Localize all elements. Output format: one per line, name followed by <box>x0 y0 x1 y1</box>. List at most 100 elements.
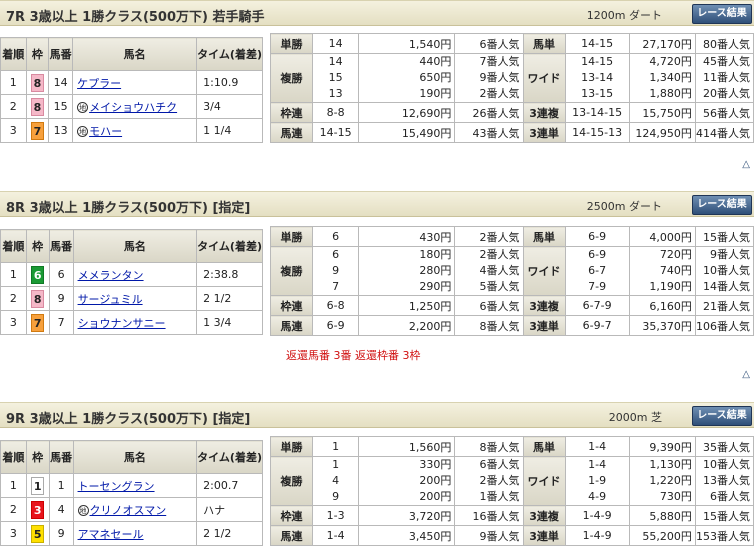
payout-label: 複勝 <box>269 456 314 506</box>
payout-label: 3連単 <box>522 315 566 336</box>
payout-table: 単勝 14 1,540円 6番人気 馬単 14-15 27,170円 80番人気… <box>269 33 754 143</box>
payout-amount: 1,540円 <box>358 33 456 54</box>
waku-badge: 8 <box>31 289 45 308</box>
horse-number: 14 <box>48 70 74 95</box>
scroll-top-icon[interactable]: △ <box>742 159 750 170</box>
time-header: タイム(着差) <box>196 37 263 71</box>
payout-combo: 14-15 <box>564 33 630 54</box>
finish-margin: 2 1/2 <box>196 521 263 546</box>
payout-label: 馬連 <box>269 122 314 143</box>
payout-label: 単勝 <box>269 33 314 54</box>
table-row: 1 6 6 メメランタン 2:38.8 <box>0 262 263 287</box>
uma-header: 馬番 <box>48 440 74 474</box>
chiho-mark-icon: 地 <box>77 125 89 137</box>
horse-name-link[interactable]: メイショウハチク <box>89 101 177 114</box>
uma-header: 馬番 <box>48 37 74 71</box>
finish-margin: 1 1/4 <box>196 118 263 143</box>
waku-header: 枠 <box>25 229 50 263</box>
race-result-button[interactable]: レース結果 <box>692 195 752 215</box>
waku-badge: 7 <box>31 313 45 332</box>
race-distance: 2500m ダート <box>586 200 662 213</box>
finish-header: 着順 <box>0 37 27 71</box>
horse-name-link[interactable]: サージュミル <box>78 293 143 306</box>
table-row: 2 8 9 サージュミル 2 1/2 <box>0 286 263 311</box>
race-result-button[interactable]: レース結果 <box>692 406 752 426</box>
table-row: 3 5 9 アマネセール 2 1/2 <box>0 521 263 546</box>
payout-table: 単勝 6 430円 2番人気 馬単 6-9 4,000円 15番人気 複勝 69… <box>269 226 754 336</box>
waku-badge: 5 <box>31 524 45 543</box>
horse-number: 1 <box>48 473 74 498</box>
finish-margin: 1 3/4 <box>196 310 263 335</box>
payout-amount: 27,170円 <box>628 33 696 54</box>
payout-label: 馬連 <box>269 315 314 336</box>
finish-time: 1:10.9 <box>196 70 263 95</box>
name-header: 馬名 <box>72 37 198 71</box>
finish-margin: 2 1/2 <box>196 286 263 311</box>
finish-table: 着順 枠 馬番 馬名 タイム(着差) 1 8 14 ケプラー 1:10.9 2 … <box>0 37 263 143</box>
uma-header: 馬番 <box>48 229 74 263</box>
table-row: 1 8 14 ケプラー 1:10.9 <box>0 70 263 95</box>
name-header: 馬名 <box>72 229 198 263</box>
horse-name-link[interactable]: ケプラー <box>77 77 121 90</box>
horse-number: 13 <box>48 118 74 143</box>
finish-pos: 1 <box>0 70 27 95</box>
finish-pos: 1 <box>0 473 27 498</box>
horse-number: 9 <box>48 286 74 311</box>
race-result-button[interactable]: レース結果 <box>692 4 752 24</box>
horse-name-link[interactable]: モハー <box>89 125 122 138</box>
finish-pos: 1 <box>0 262 27 287</box>
horse-name-link[interactable]: メメランタン <box>78 269 144 282</box>
payout-label: ワイド <box>522 53 566 103</box>
finish-table: 着順 枠 馬番 馬名 タイム(着差) 1 1 1 トーセングラン 2:00.7 … <box>0 440 263 546</box>
finish-pos: 2 <box>0 94 27 119</box>
payout-label: 枠連 <box>269 505 314 526</box>
chiho-mark-icon: 地 <box>77 504 89 516</box>
waku-header: 枠 <box>25 440 50 474</box>
waku-badge: 3 <box>31 500 45 519</box>
payout-label: 複勝 <box>269 53 314 103</box>
finish-pos: 3 <box>0 118 27 143</box>
finish-header: 着順 <box>0 229 27 263</box>
finish-margin: 3/4 <box>196 94 263 119</box>
payout-label: 3連複 <box>522 102 566 123</box>
horse-name-link[interactable]: トーセングラン <box>78 480 155 493</box>
horse-name-link[interactable]: アマネセール <box>78 528 144 541</box>
payout-popularity: 80番人気 <box>694 33 754 54</box>
payout-popularity: 6番人気 <box>454 33 524 54</box>
horse-name-link[interactable]: ショウナンサニー <box>78 317 166 330</box>
name-header: 馬名 <box>72 440 198 474</box>
waku-badge: 7 <box>30 121 44 140</box>
waku-badge: 6 <box>31 265 45 284</box>
finish-header: 着順 <box>0 440 27 474</box>
waku-badge: 8 <box>30 97 44 116</box>
payout-label: ワイド <box>522 456 566 506</box>
time-header: タイム(着差) <box>196 229 263 263</box>
horse-number: 9 <box>48 521 74 546</box>
finish-pos: 2 <box>0 286 27 311</box>
table-row: 3 7 7 ショウナンサニー 1 3/4 <box>0 310 263 335</box>
time-header: タイム(着差) <box>196 440 263 474</box>
table-row: 2 3 4 地クリノオスマン ハナ <box>0 497 263 522</box>
finish-table: 着順 枠 馬番 馬名 タイム(着差) 1 6 6 メメランタン 2:38.8 2… <box>0 229 263 335</box>
payout-label: 3連複 <box>522 295 566 316</box>
finish-pos: 3 <box>0 310 27 335</box>
waku-badge: 1 <box>31 476 45 495</box>
race-title: 9R 3歳以上 1勝クラス(500万下) [指定] <box>6 412 251 427</box>
payout-label: 複勝 <box>269 246 314 296</box>
payout-label: 枠連 <box>269 102 314 123</box>
scroll-top-icon[interactable]: △ <box>742 369 750 380</box>
race-header: 7R 3歳以上 1勝クラス(500万下) 若手騎手 1200m ダート レース結… <box>0 0 754 26</box>
payout-label: 枠連 <box>269 295 314 316</box>
horse-number: 6 <box>48 262 74 287</box>
horse-name-link[interactable]: クリノオスマン <box>90 504 167 517</box>
payout-label: 馬単 <box>522 33 566 54</box>
payout-label: 馬単 <box>522 436 566 457</box>
refund-notice: 返還馬番 3番 返還枠番 3枠 <box>286 349 421 362</box>
chiho-mark-icon: 地 <box>77 101 89 113</box>
race-title: 8R 3歳以上 1勝クラス(500万下) [指定] <box>6 201 251 216</box>
finish-pos: 3 <box>0 521 27 546</box>
horse-number: 4 <box>48 497 74 522</box>
payout-label: 3連単 <box>522 525 566 546</box>
finish-margin: ハナ <box>196 497 263 522</box>
waku-badge: 8 <box>30 73 44 92</box>
